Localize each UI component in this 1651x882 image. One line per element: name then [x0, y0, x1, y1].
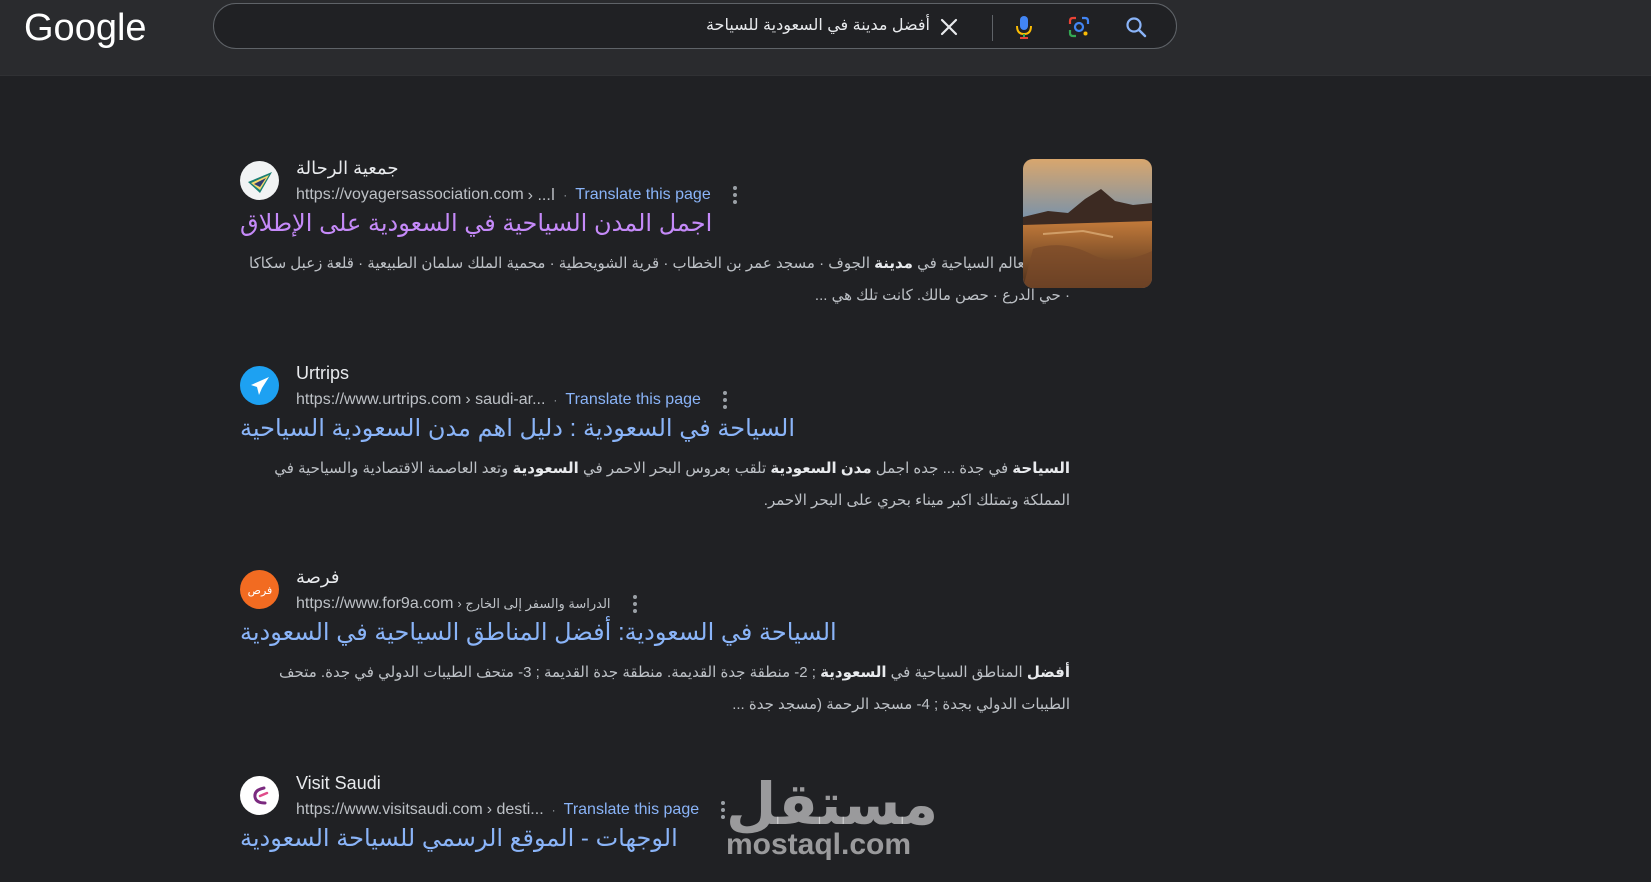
url-breadcrumb: › saudi-ar... [465, 391, 546, 408]
url-text: https://voyagersassociation.com [296, 186, 524, 203]
translate-link[interactable]: Translate this page [565, 391, 700, 409]
snippet-highlight: مدينة [874, 255, 913, 272]
translate-link[interactable]: Translate this page [575, 186, 710, 204]
snippet-text: تلقب بعروس البحر الاحمر في [578, 460, 771, 477]
result-title-link[interactable]: السياحة في السعودية : دليل اهم مدن السعو… [240, 414, 1080, 443]
result-thumbnail-image[interactable] [1023, 159, 1152, 288]
search-input[interactable]: أفضل مدينة في السعودية للسياحة [706, 15, 930, 35]
result-snippet: أفضل المناطق السياحية في السعودية ; 2- م… [240, 657, 1070, 721]
separator-dot: · [551, 803, 556, 817]
search-result: Visit Saudi https://www.visitsaudi.com ›… [240, 772, 1080, 853]
voyagers-favicon-icon [240, 161, 279, 200]
url-text: https://www.urtrips.com [296, 391, 462, 408]
result-title-link[interactable]: الوجهات - الموقع الرسمي للسياحة السعودية [240, 824, 1080, 853]
header-bar: Google أفضل مدينة في السعودية للسياحة [0, 0, 1651, 76]
url-text: https://www.visitsaudi.com [296, 801, 483, 818]
site-url: https://www.for9a.com › الدراسة والسفر إ… [296, 594, 639, 614]
site-url: https://www.visitsaudi.com › desti... · … [296, 800, 727, 820]
result-site-row[interactable]: Urtrips https://www.urtrips.com › saudi-… [240, 362, 1080, 409]
svg-text:فرص: فرص [247, 584, 272, 597]
separator-dot: · [553, 393, 558, 407]
site-url: https://voyagersassociation.com › ...ا ·… [296, 185, 739, 205]
more-options-icon[interactable] [632, 594, 639, 614]
result-site-row[interactable]: فرص فرصة https://www.for9a.com › الدراسة… [240, 566, 1080, 613]
site-name: فرصة [296, 567, 340, 587]
snippet-highlight: أفضل [1026, 664, 1070, 681]
microphone-icon[interactable] [1011, 14, 1037, 40]
separator-dot: · [563, 188, 568, 202]
logo-text: Google [24, 7, 147, 49]
result-snippet: السياحة في جدة ... جده اجمل مدن السعودية… [240, 453, 1070, 517]
clear-icon[interactable] [936, 14, 962, 40]
search-icon[interactable] [1123, 14, 1149, 40]
site-url: https://www.urtrips.com › saudi-ar... · … [296, 390, 729, 410]
url-text: https://www.for9a.com [296, 595, 454, 612]
urtrips-favicon-icon [240, 366, 279, 405]
search-result: جمعية الرحالة https://voyagersassociatio… [240, 157, 1080, 312]
result-site-row[interactable]: Visit Saudi https://www.visitsaudi.com ›… [240, 772, 1080, 819]
result-site-row[interactable]: جمعية الرحالة https://voyagersassociatio… [240, 157, 1080, 204]
url-breadcrumb: › desti... [486, 801, 544, 818]
snippet-highlight: السعودية [820, 664, 887, 681]
more-options-icon[interactable] [722, 390, 729, 410]
search-box[interactable]: أفضل مدينة في السعودية للسياحة [213, 3, 1177, 49]
snippet-text: في جدة ... جده اجمل [871, 460, 1013, 477]
more-options-icon[interactable] [732, 185, 739, 205]
google-lens-icon[interactable] [1066, 14, 1092, 40]
search-result: Urtrips https://www.urtrips.com › saudi-… [240, 362, 1080, 517]
result-title-link[interactable]: السياحة في السعودية: أفضل المناطق السياح… [240, 618, 1080, 647]
more-options-icon[interactable] [721, 800, 727, 820]
for9a-favicon-icon: فرص [240, 570, 279, 609]
snippet-text: المناطق السياحية في [886, 664, 1027, 681]
site-name: جمعية الرحالة [296, 158, 399, 178]
google-logo[interactable]: Google [24, 2, 150, 52]
translate-link[interactable]: Translate this page [564, 801, 699, 819]
snippet-highlight: السياحة [1012, 460, 1070, 477]
search-result: فرص فرصة https://www.for9a.com › الدراسة… [240, 566, 1080, 721]
url-breadcrumb: › الدراسة والسفر إلى الخارج [457, 596, 611, 611]
result-title-link[interactable]: اجمل المدن السياحية في السعودية على الإط… [240, 209, 1080, 238]
visitsaudi-favicon-icon [240, 776, 279, 815]
url-breadcrumb: › ...ا [527, 187, 556, 204]
site-name: Urtrips [296, 363, 349, 383]
search-divider [992, 15, 993, 41]
snippet-highlight: السعودية [512, 460, 579, 477]
snippet-highlight: مدن السعودية [770, 460, 872, 477]
result-snippet: أبرز المعالم السياحية في مدينة الجوف · م… [240, 248, 1070, 312]
site-name: Visit Saudi [296, 773, 381, 793]
